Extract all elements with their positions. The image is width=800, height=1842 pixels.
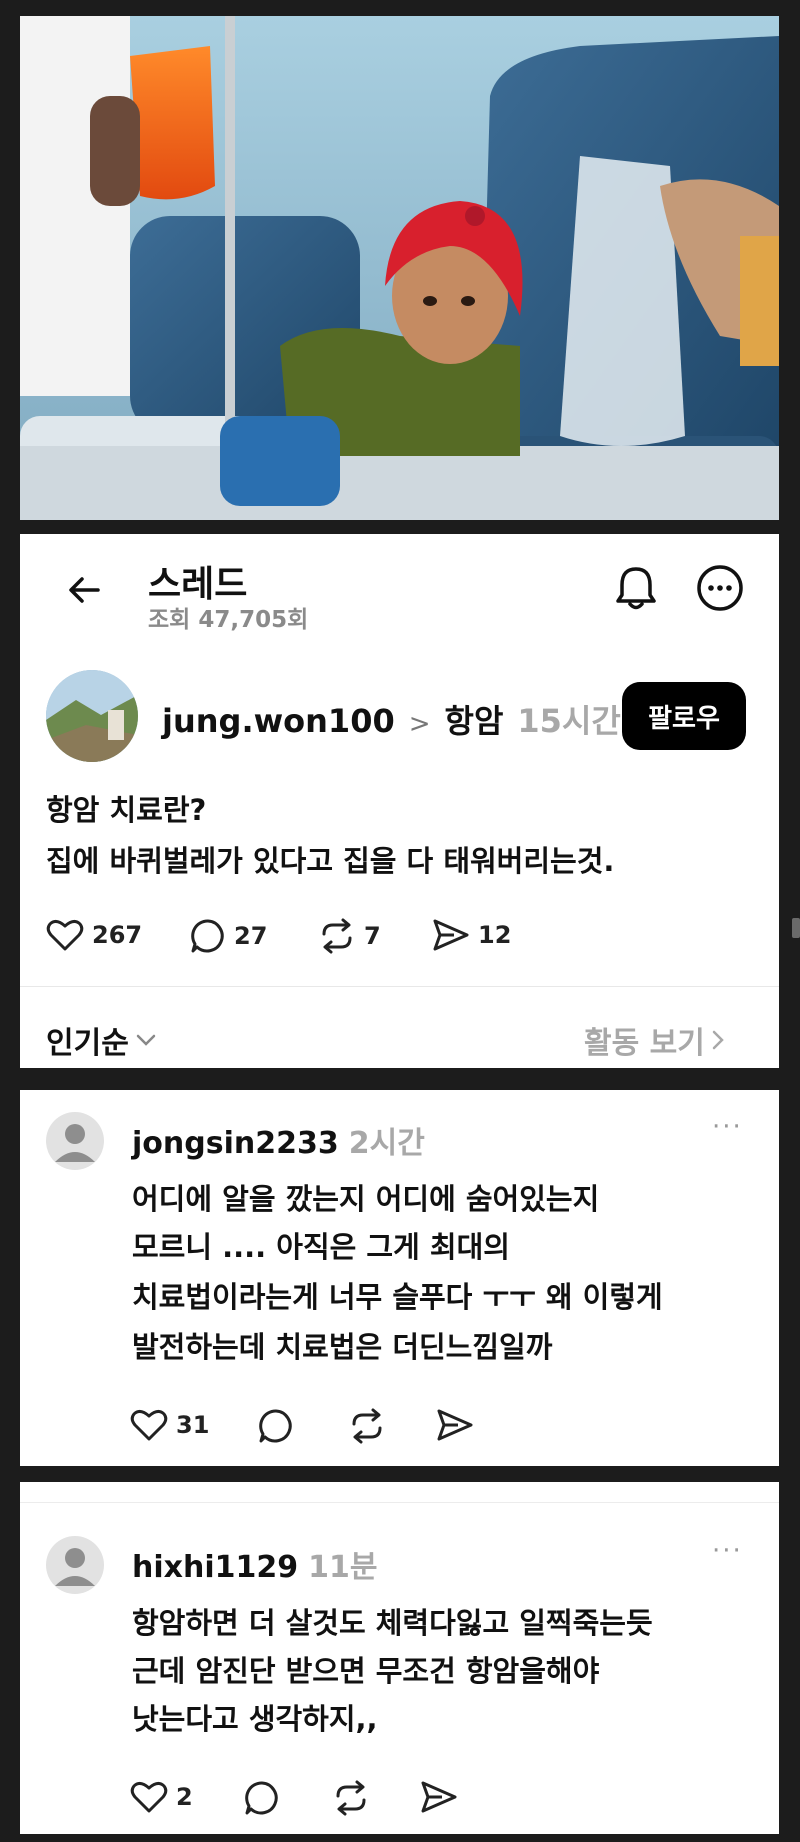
repost-count: 7 (364, 922, 381, 950)
heart-icon (130, 1409, 168, 1441)
comment-button[interactable]: 27 (190, 918, 267, 954)
sort-label: 인기순 (46, 1026, 129, 1061)
share-count: 12 (478, 921, 512, 949)
reply-username[interactable]: hixhi1129 (132, 1550, 298, 1585)
reply-comment-button[interactable] (258, 1408, 302, 1444)
view-activity-link[interactable]: 활동 보기 (584, 1018, 725, 1062)
comment-icon (245, 1781, 278, 1815)
reply-like-count: 2 (176, 1783, 193, 1811)
reply-avatar[interactable] (46, 1536, 104, 1594)
send-icon (433, 919, 469, 951)
reply-like-button[interactable]: 31 (130, 1408, 209, 1442)
reply-text-line: 치료법이라는게 너무 슬푸다 ㅜㅜ 왜 이렇게 (132, 1280, 663, 1314)
more-options-button[interactable] (694, 562, 746, 614)
reply-share-button[interactable] (436, 1408, 482, 1442)
landscape-avatar-image (46, 670, 138, 762)
author-line: jung.won100 > 항암 15시간 (162, 696, 621, 742)
reply-more-button[interactable]: ··· (712, 1112, 743, 1142)
send-icon (421, 1781, 457, 1813)
reply-text-line: 어디에 알을 깠는지 어디에 숨어있는지 (132, 1182, 600, 1216)
reply-avatar[interactable] (46, 1112, 104, 1170)
divider (20, 1502, 779, 1503)
reply-share-button[interactable] (420, 1780, 466, 1814)
heart-icon (46, 919, 84, 951)
reply-repost-button[interactable] (332, 1780, 378, 1816)
notification-button[interactable] (610, 562, 662, 614)
back-button[interactable] (60, 566, 108, 614)
comment-count: 27 (234, 922, 268, 950)
like-count: 267 (92, 921, 143, 949)
share-button[interactable]: 12 (432, 918, 511, 952)
comment-icon (191, 919, 224, 953)
like-button[interactable]: 267 (46, 918, 142, 952)
reply-comment-button[interactable] (244, 1780, 288, 1816)
reply-text-line: 근데 암진단 받으면 무조건 항암을해야 (132, 1654, 600, 1688)
view-count: 조회 47,705회 (148, 607, 309, 633)
chevron-down-icon (136, 1034, 156, 1046)
reply-time: 2시간 (348, 1126, 425, 1161)
reply-text-line: 발전하는데 치료법은 더딘느낌일까 (132, 1330, 553, 1364)
topic-separator: > (408, 709, 431, 739)
reply-text-line: 모르니 .... 아직은 그게 최대의 (132, 1230, 510, 1264)
send-icon (437, 1409, 473, 1441)
heart-icon (130, 1781, 168, 1813)
reply-repost-button[interactable] (348, 1408, 394, 1444)
hospital-photo (20, 16, 779, 520)
repost-button[interactable]: 7 (318, 918, 381, 954)
repost-icon (322, 918, 352, 954)
post-text-line-2: 집에 바퀴벌레가 있다고 집을 다 태워버리는것. (46, 844, 615, 878)
topic-tag[interactable]: 항암 (445, 696, 504, 742)
default-user-icon (55, 1124, 95, 1162)
arrow-left-icon (69, 577, 100, 603)
reply-like-count: 31 (176, 1411, 210, 1439)
scrollbar-thumb[interactable] (792, 918, 800, 938)
bell-icon (616, 567, 656, 610)
comment-icon (259, 1409, 292, 1443)
repost-icon (336, 1780, 366, 1816)
reply-text-line: 항암하면 더 살것도 체력다잃고 일찍죽는듯 (132, 1606, 653, 1640)
author-username[interactable]: jung.won100 (162, 702, 395, 740)
activity-label: 활동 보기 (584, 1026, 705, 1061)
repost-icon (352, 1408, 382, 1444)
author-avatar[interactable] (46, 670, 138, 762)
reply-more-button[interactable]: ··· (712, 1536, 743, 1566)
post-image[interactable] (20, 16, 779, 520)
divider (20, 986, 779, 987)
reply-time: 11분 (308, 1550, 378, 1585)
reply-username[interactable]: jongsin2233 (132, 1126, 339, 1161)
more-horizontal-icon (697, 565, 743, 611)
reply-header: jongsin2233 2시간 (132, 1118, 425, 1162)
reply-text-line: 낫는다고 생각하지,, (132, 1702, 378, 1736)
post-text-line-1: 항암 치료란? (46, 793, 207, 827)
reply-like-button[interactable]: 2 (130, 1780, 193, 1814)
post-time: 15시간 (517, 702, 621, 740)
follow-button[interactable]: 팔로우 (622, 682, 746, 750)
sort-dropdown[interactable]: 인기순 (46, 1018, 157, 1062)
chevron-right-icon (712, 1030, 724, 1050)
default-user-icon (55, 1548, 95, 1586)
reply-header: hixhi1129 11분 (132, 1542, 378, 1586)
